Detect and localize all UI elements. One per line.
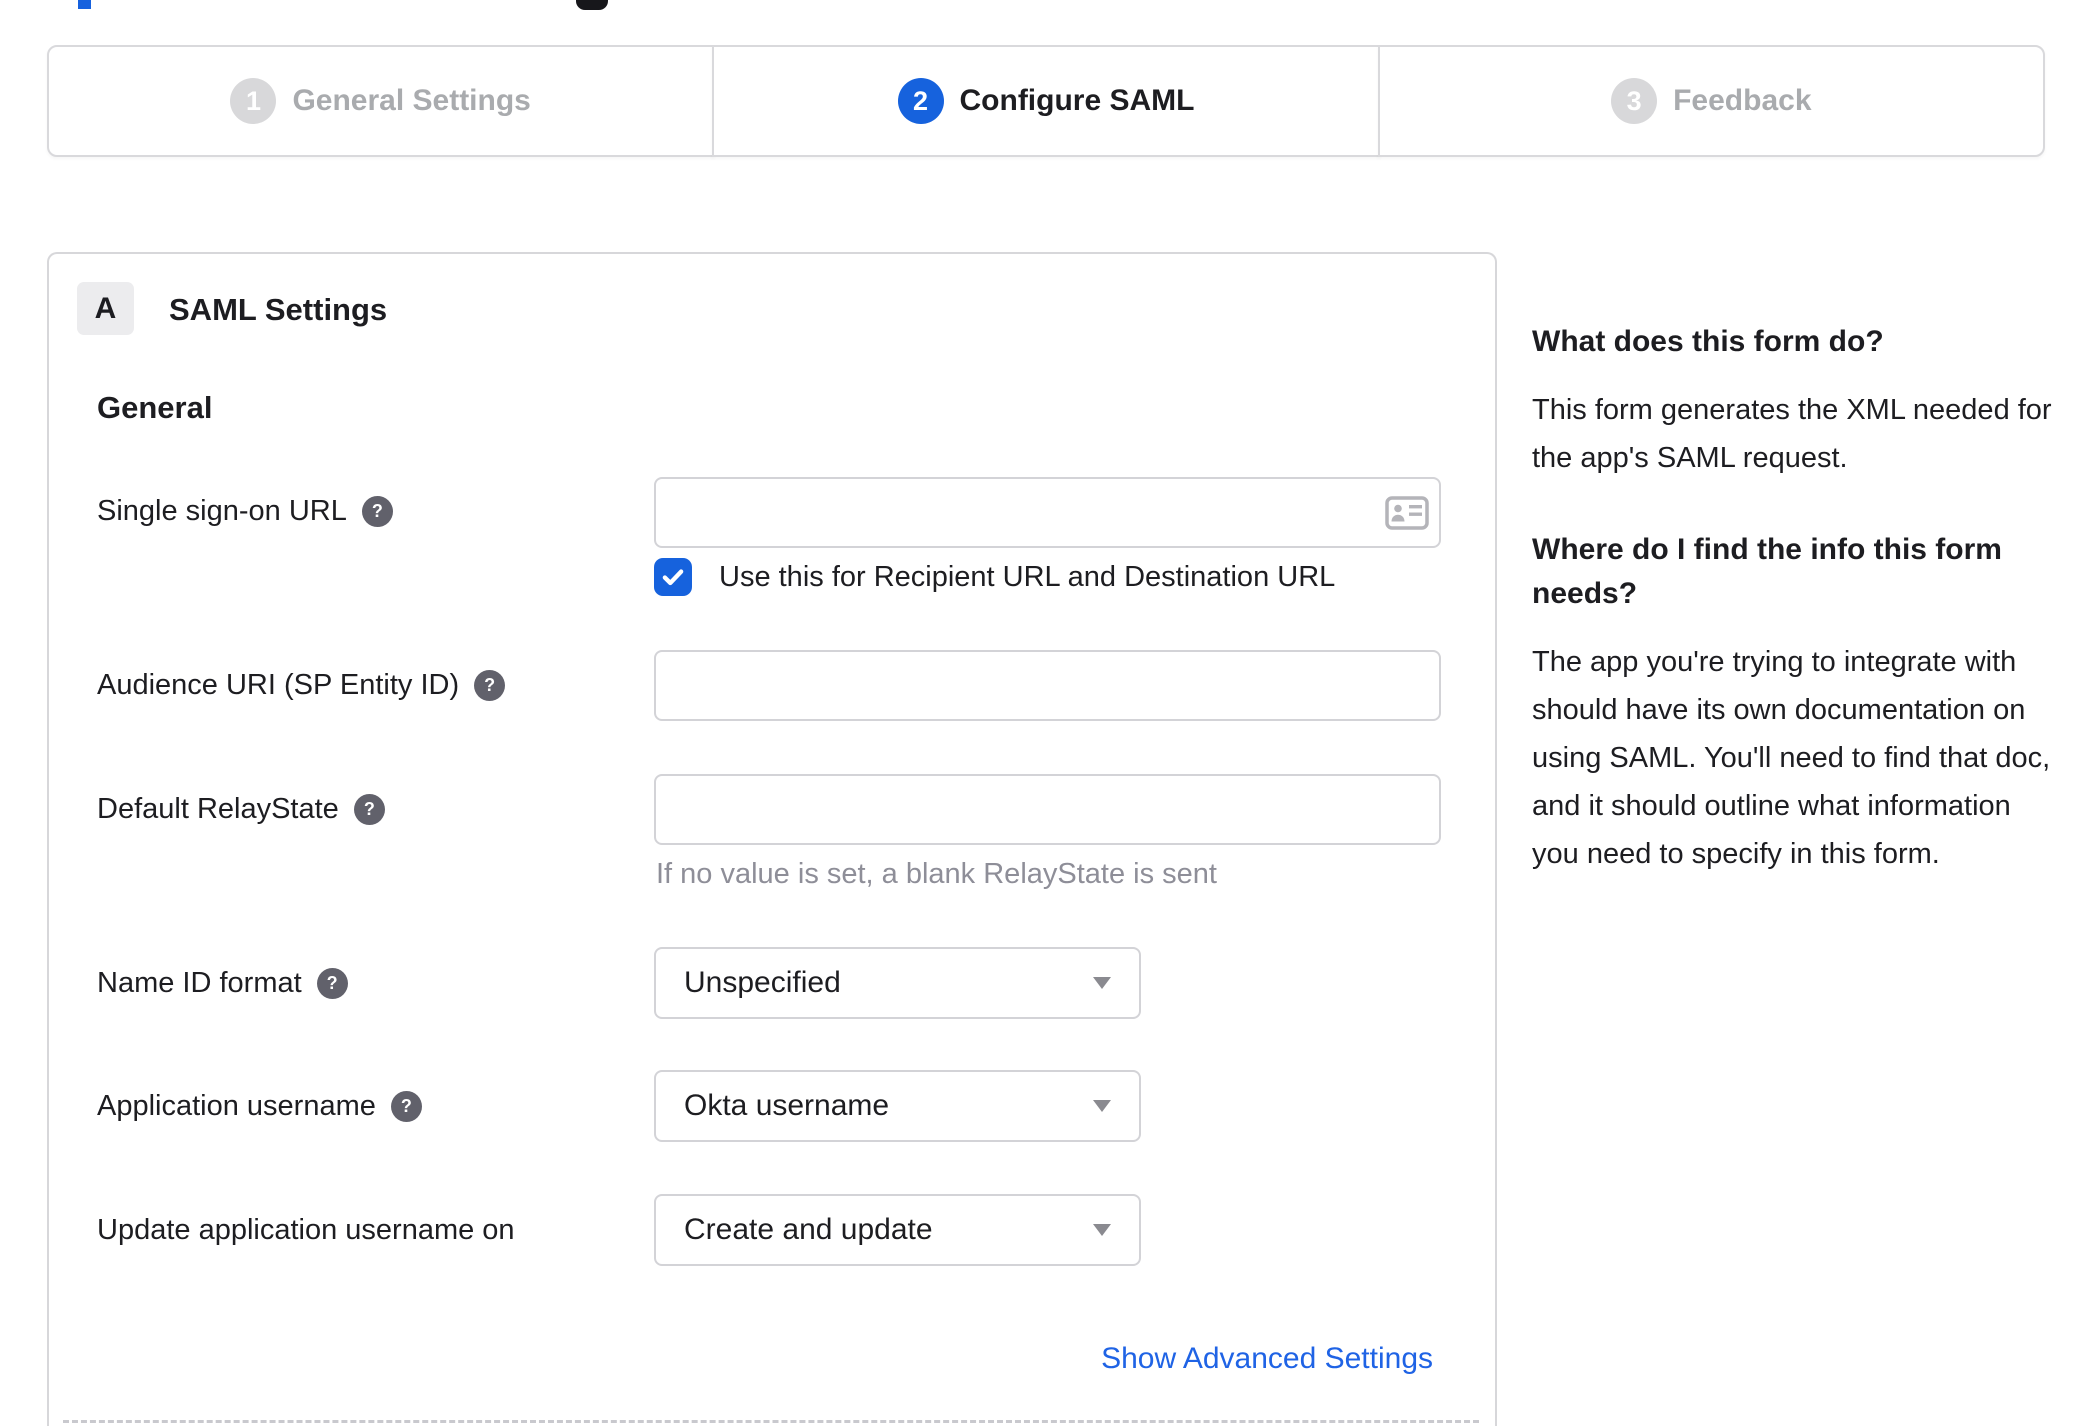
step-number-badge: 2 bbox=[897, 78, 944, 124]
single-sign-on-url-input[interactable] bbox=[654, 477, 1441, 548]
select-value: Create and update bbox=[684, 1213, 933, 1246]
select-value: Unspecified bbox=[684, 966, 841, 999]
recipient-destination-checkbox-row[interactable]: Use this for Recipient URL and Destinati… bbox=[654, 558, 1335, 596]
chevron-down-icon bbox=[1093, 1100, 1111, 1112]
help-body-where: The app you're trying to integrate with … bbox=[1532, 646, 2051, 870]
name-id-format-label: Name ID format ? bbox=[97, 964, 348, 1002]
help-icon[interactable]: ? bbox=[474, 669, 506, 701]
checkbox-label: Use this for Recipient URL and Destinati… bbox=[719, 560, 1336, 593]
help-body-what: This form generates the XML needed for t… bbox=[1532, 394, 2052, 474]
saml-settings-panel: A SAML Settings General Single sign-on U… bbox=[47, 252, 1497, 1426]
section-title: SAML Settings bbox=[169, 292, 388, 327]
step-configure-saml[interactable]: 2 Configure SAML bbox=[712, 45, 1380, 157]
default-relaystate-input[interactable] bbox=[654, 774, 1441, 845]
step-label: Feedback bbox=[1673, 84, 1812, 117]
step-number-badge: 1 bbox=[230, 78, 277, 124]
update-application-username-label: Update application username on bbox=[97, 1214, 515, 1246]
help-icon[interactable]: ? bbox=[316, 967, 348, 999]
help-icon[interactable]: ? bbox=[361, 495, 393, 527]
help-heading-where: Where do I find the info this form needs… bbox=[1532, 533, 2002, 610]
step-label: General Settings bbox=[292, 84, 531, 117]
step-general-settings[interactable]: 1 General Settings bbox=[47, 45, 715, 157]
relaystate-hint: If no value is set, a blank RelayState i… bbox=[656, 858, 1217, 890]
checkbox-checked-icon[interactable] bbox=[654, 558, 692, 596]
cutoff-header-icon-fragment bbox=[576, 0, 608, 10]
single-sign-on-url-label: Single sign-on URL ? bbox=[97, 492, 393, 530]
section-a-badge: A bbox=[77, 282, 134, 335]
select-value: Okta username bbox=[684, 1089, 890, 1122]
help-icon[interactable]: ? bbox=[353, 793, 385, 825]
step-label: Configure SAML bbox=[959, 84, 1195, 117]
application-username-select[interactable]: Okta username bbox=[654, 1070, 1141, 1142]
audience-uri-input[interactable] bbox=[654, 650, 1441, 721]
update-application-username-select[interactable]: Create and update bbox=[654, 1194, 1141, 1266]
help-sidebar: What does this form do? This form genera… bbox=[1532, 320, 2052, 924]
application-username-label: Application username ? bbox=[97, 1087, 422, 1125]
group-title-general: General bbox=[97, 390, 213, 425]
show-advanced-settings-link[interactable]: Show Advanced Settings bbox=[1101, 1342, 1433, 1376]
wizard-stepper: 1 General Settings 2 Configure SAML 3 Fe… bbox=[47, 45, 2045, 157]
chevron-down-icon bbox=[1093, 1224, 1111, 1236]
chevron-down-icon bbox=[1093, 977, 1111, 989]
help-heading-what: What does this form do? bbox=[1532, 325, 1884, 358]
section-dashed-divider bbox=[63, 1420, 1479, 1423]
help-icon[interactable]: ? bbox=[390, 1090, 422, 1122]
default-relaystate-label: Default RelayState ? bbox=[97, 790, 385, 828]
step-feedback[interactable]: 3 Feedback bbox=[1377, 45, 2045, 157]
name-id-format-select[interactable]: Unspecified bbox=[654, 947, 1141, 1019]
audience-uri-label: Audience URI (SP Entity ID) ? bbox=[97, 666, 506, 704]
cutoff-header-fragment-blue bbox=[78, 0, 91, 9]
step-number-badge: 3 bbox=[1611, 78, 1658, 124]
